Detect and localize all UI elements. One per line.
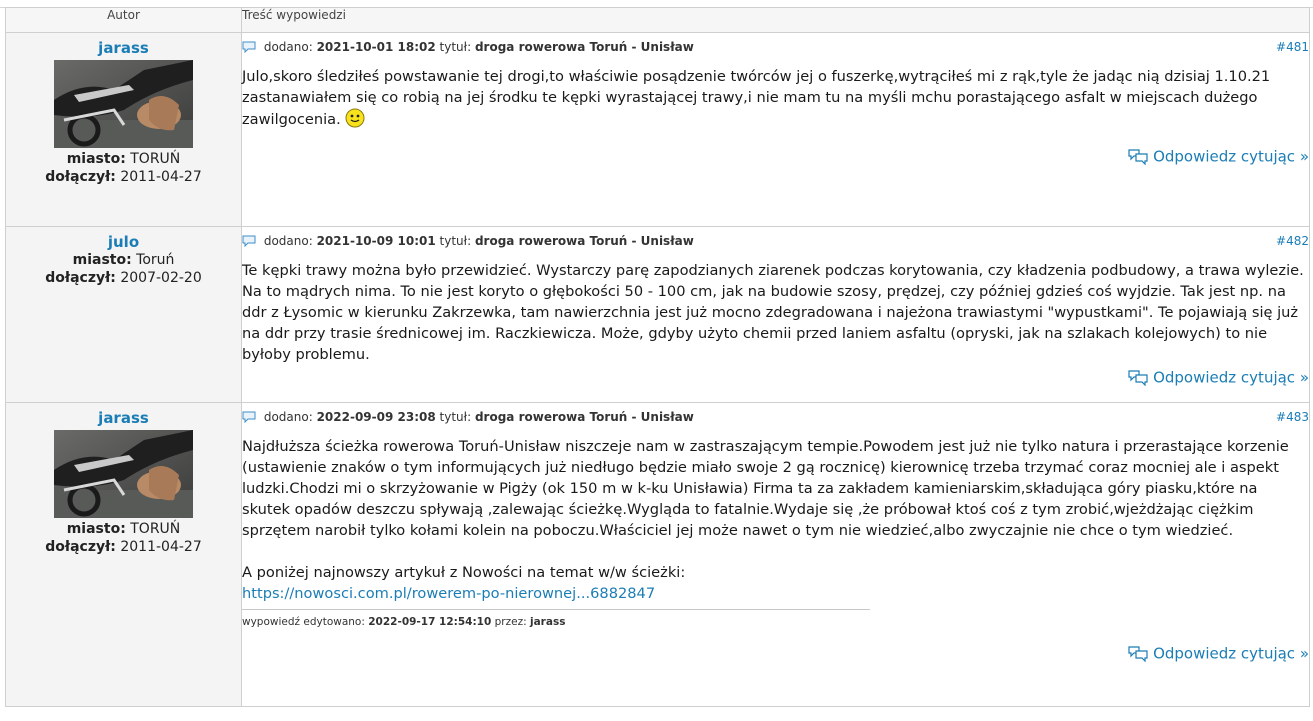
- added-label: dodano:: [263, 410, 313, 424]
- post-date: 2022-09-09 23:08: [316, 410, 436, 424]
- author-name-link[interactable]: jarass: [6, 39, 241, 57]
- post-meta: dodano: 2021-10-01 18:02 tytuł: droga ro…: [242, 38, 1309, 56]
- reply-bubbles-icon: [1128, 148, 1148, 165]
- author-name-link[interactable]: julo: [6, 233, 241, 251]
- post-row: jarass miasto: TORUŃ dołączył: 2011-04-2…: [5, 32, 1310, 227]
- post-number-link[interactable]: #483: [1276, 408, 1309, 426]
- header-content: Treść wypowiedzi: [241, 7, 1310, 33]
- author-joined: dołączył: 2007-02-20: [6, 269, 241, 287]
- joined-label: dołączył:: [45, 169, 116, 185]
- edit-note: wypowiedź edytowano: 2022-09-17 12:54:10…: [242, 616, 1309, 628]
- reply-quote-label: Odpowiedz cytując »: [1153, 644, 1309, 663]
- city-value: Toruń: [136, 252, 175, 268]
- post-text: Te kępki trawy można było przewidzieć. W…: [242, 262, 1304, 363]
- post-meta: dodano: 2022-09-09 23:08 tytuł: droga ro…: [242, 408, 1309, 426]
- author-panel: julo miasto: Toruń dołączył: 2007-02-20: [5, 226, 242, 403]
- author-joined: dołączył: 2011-04-27: [6, 538, 241, 556]
- reply-quote-button[interactable]: Odpowiedz cytując »: [242, 644, 1309, 663]
- post-content: dodano: 2021-10-01 18:02 tytuł: droga ro…: [241, 32, 1310, 227]
- post-title: droga rowerowa Toruń - Unisław: [474, 410, 694, 424]
- author-city: miasto: TORUŃ: [6, 150, 241, 168]
- reply-bubbles-icon: [1128, 369, 1148, 386]
- post-date: 2021-10-09 10:01: [316, 234, 436, 248]
- author-joined: dołączył: 2011-04-27: [6, 168, 241, 186]
- title-label: tytuł:: [439, 410, 472, 424]
- post-body: Te kępki trawy można było przewidzieć. W…: [242, 260, 1309, 365]
- post-title: droga rowerowa Toruń - Unisław: [474, 40, 694, 54]
- author-panel: jarass miasto: TORUŃ dołączył: 2011-04-2…: [5, 32, 242, 227]
- table-header-row: Autor Treść wypowiedzi: [5, 7, 1310, 33]
- avatar: [54, 60, 193, 148]
- post-row: jarass miasto: TORUŃ dołączył: 2011-04-2…: [5, 402, 1310, 707]
- edited-date: 2022-09-17 12:54:10: [368, 616, 492, 628]
- title-label: tytuł:: [439, 40, 472, 54]
- author-name-link[interactable]: jarass: [6, 409, 241, 427]
- post-title: droga rowerowa Toruń - Unisław: [474, 234, 694, 248]
- post-number-link[interactable]: #482: [1276, 232, 1309, 250]
- joined-label: dołączył:: [45, 539, 116, 555]
- smiley-icon: [345, 108, 365, 128]
- joined-value: 2007-02-20: [120, 270, 202, 286]
- joined-value: 2011-04-27: [120, 539, 202, 555]
- city-label: miasto:: [66, 151, 126, 167]
- post-date: 2021-10-01 18:02: [316, 40, 436, 54]
- speech-bubble-icon: [242, 411, 256, 423]
- edited-by-user: jarass: [530, 616, 566, 628]
- reply-bubbles-icon: [1128, 645, 1148, 662]
- article-link[interactable]: https://nowosci.com.pl/rowerem-po-nierow…: [242, 585, 655, 602]
- author-panel: jarass miasto: TORUŃ dołączył: 2011-04-2…: [5, 402, 242, 707]
- post-content: dodano: 2021-10-09 10:01 tytuł: droga ro…: [241, 226, 1310, 403]
- edited-by-label: przez:: [494, 616, 527, 628]
- city-value: TORUŃ: [130, 521, 181, 537]
- posts-table: Autor Treść wypowiedzi jarass miasto: TO…: [5, 7, 1310, 707]
- avatar: [54, 430, 193, 518]
- author-city: miasto: TORUŃ: [6, 520, 241, 538]
- reply-quote-label: Odpowiedz cytując »: [1153, 368, 1309, 387]
- post-number-link[interactable]: #481: [1276, 38, 1309, 56]
- author-city: miasto: Toruń: [6, 251, 241, 269]
- title-label: tytuł:: [439, 234, 472, 248]
- speech-bubble-icon: [242, 41, 256, 53]
- post-row: julo miasto: Toruń dołączył: 2007-02-20 …: [5, 226, 1310, 403]
- post-meta: dodano: 2021-10-09 10:01 tytuł: droga ro…: [242, 232, 1309, 250]
- reply-quote-button[interactable]: Odpowiedz cytując »: [242, 368, 1309, 387]
- added-label: dodano:: [263, 234, 313, 248]
- speech-bubble-icon: [242, 235, 256, 247]
- edited-label: wypowiedź edytowano:: [242, 616, 365, 628]
- city-label: miasto:: [72, 252, 132, 268]
- reply-quote-button[interactable]: Odpowiedz cytując »: [242, 147, 1309, 166]
- post-body: Najdłuższa ścieżka rowerowa Toruń-Unisła…: [242, 436, 1309, 604]
- reply-quote-label: Odpowiedz cytując »: [1153, 147, 1309, 166]
- joined-value: 2011-04-27: [120, 169, 202, 185]
- post-text: Najdłuższa ścieżka rowerowa Toruń-Unisła…: [242, 438, 1289, 539]
- joined-label: dołączył:: [45, 270, 116, 286]
- added-label: dodano:: [263, 40, 313, 54]
- post-body: Julo,skoro śledziłeś powstawanie tej dro…: [242, 66, 1309, 130]
- city-value: TORUŃ: [130, 151, 181, 167]
- post-content: dodano: 2022-09-09 23:08 tytuł: droga ro…: [241, 402, 1310, 707]
- post-text: Julo,skoro śledziłeś powstawanie tej dro…: [242, 68, 1271, 128]
- header-author: Autor: [5, 7, 242, 33]
- city-label: miasto:: [66, 521, 126, 537]
- post-text-2: A poniżej najnowszy artykuł z Nowości na…: [242, 564, 686, 581]
- signature-divider: [242, 609, 870, 610]
